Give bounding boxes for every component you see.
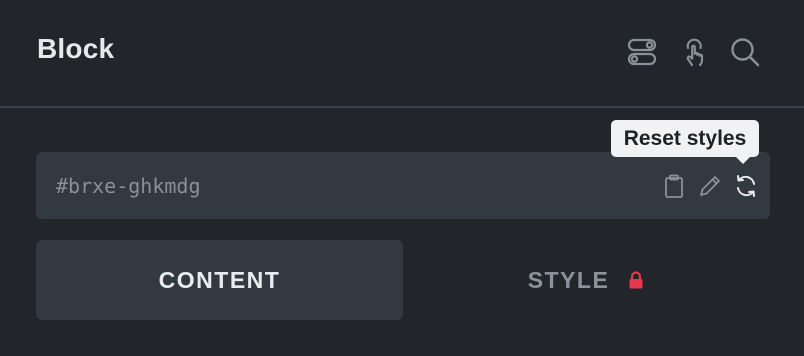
reset-styles-tooltip: Reset styles	[611, 120, 759, 164]
element-id-text[interactable]: #brxe-ghkmdg	[56, 174, 201, 198]
tab-content[interactable]: CONTENT	[36, 240, 403, 320]
hand-pointer-icon[interactable]	[676, 34, 712, 70]
tab-style[interactable]: STYLE	[403, 240, 770, 320]
tab-content-label: CONTENT	[158, 266, 281, 293]
pencil-icon[interactable]	[695, 171, 725, 201]
search-icon[interactable]	[727, 34, 763, 70]
panel-title: Block	[37, 33, 115, 64]
clipboard-icon[interactable]	[659, 171, 689, 201]
reset-icon[interactable]	[731, 171, 761, 201]
toggle-icon[interactable]	[624, 34, 660, 70]
tab-style-label: STYLE	[527, 266, 610, 293]
panel-header: Block	[0, 0, 804, 108]
element-id-bar: #brxe-ghkmdg	[36, 152, 770, 219]
lock-icon	[627, 270, 645, 290]
